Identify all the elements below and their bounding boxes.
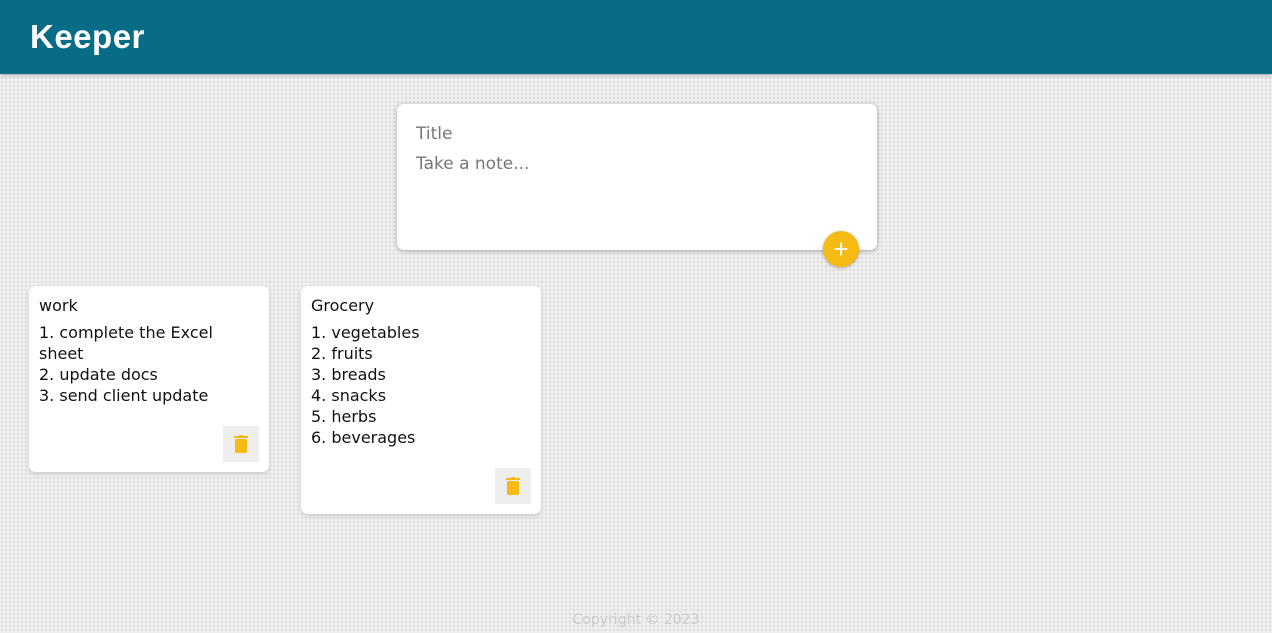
note-content-input[interactable] bbox=[416, 154, 858, 214]
create-note-form: + bbox=[397, 104, 877, 267]
note-content: 1. vegetables 2. fruits 3. breads 4. sna… bbox=[311, 323, 420, 447]
title-input[interactable] bbox=[416, 124, 858, 144]
app-header: Keeper bbox=[0, 0, 1272, 74]
note-title: work bbox=[39, 296, 78, 315]
app-title: Keeper bbox=[30, 18, 145, 55]
add-note-button[interactable]: + bbox=[823, 231, 859, 267]
note-card: Grocery 1. vegetables 2. fruits 3. bread… bbox=[301, 286, 541, 514]
trash-icon bbox=[506, 477, 520, 495]
delete-note-button[interactable] bbox=[223, 426, 259, 462]
note-title: Grocery bbox=[311, 296, 375, 315]
delete-note-button[interactable] bbox=[495, 468, 531, 504]
footer-copyright: Copyright © 2023 bbox=[572, 612, 700, 628]
note-content: 1. complete the Excel sheet 2. update do… bbox=[39, 323, 213, 405]
note-card: work 1. complete the Excel sheet 2. upda… bbox=[29, 286, 269, 472]
trash-icon bbox=[234, 435, 248, 453]
